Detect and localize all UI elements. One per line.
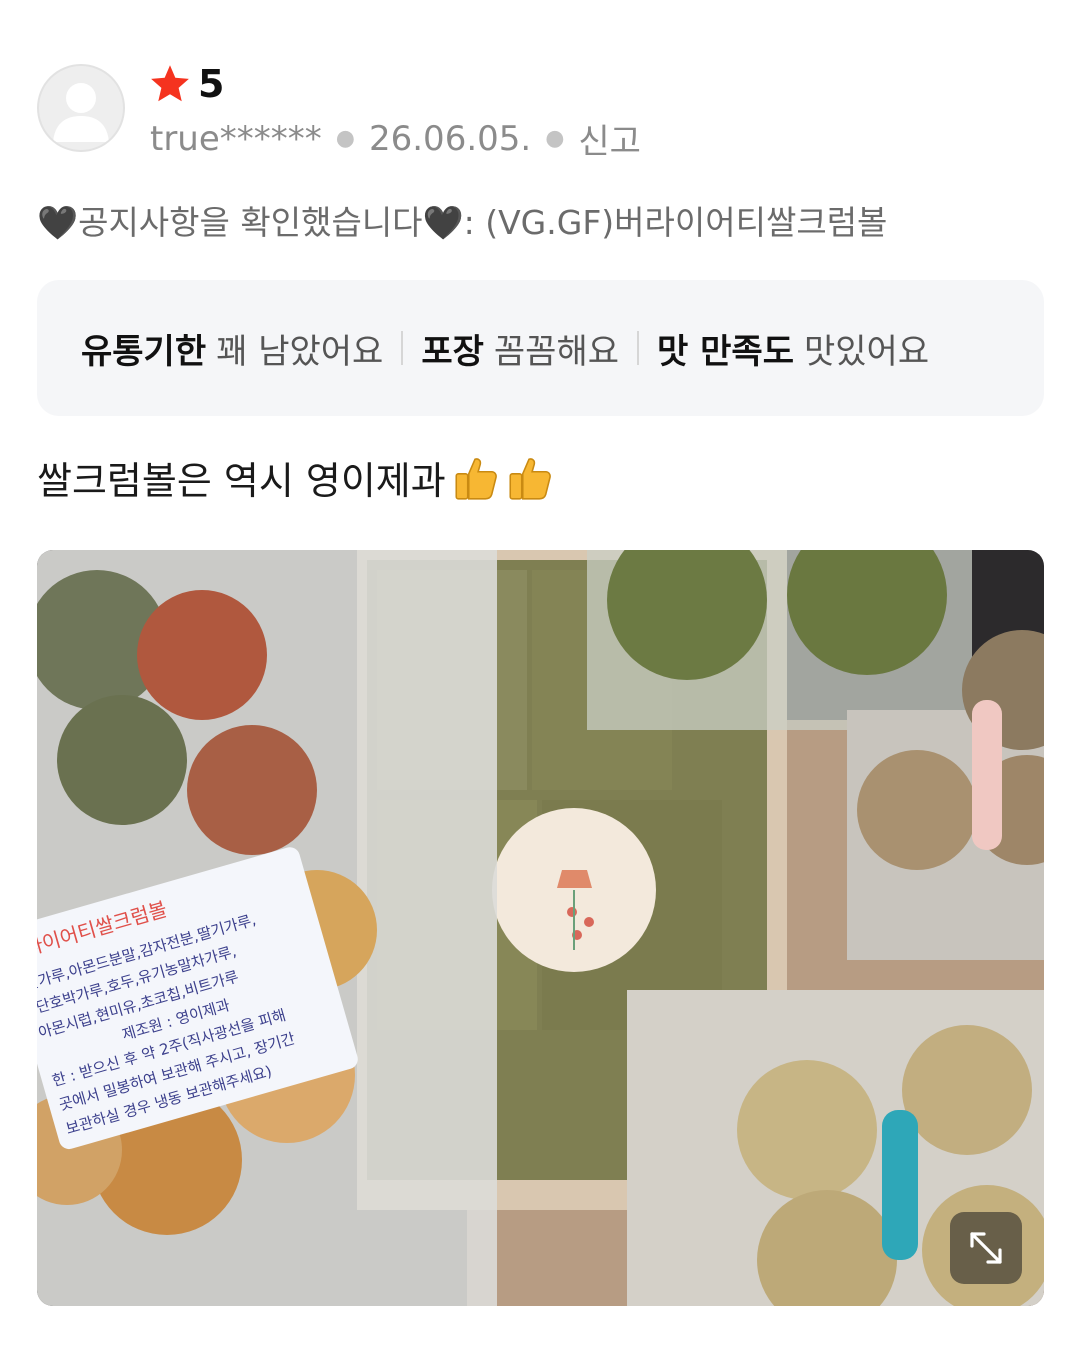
report-link[interactable]: 신고 xyxy=(578,114,641,163)
thumbs-up-icon xyxy=(455,457,497,500)
tag-divider xyxy=(401,331,404,365)
review-body: 쌀크럼볼은 역시 영이제과 xyxy=(37,450,554,505)
expand-icon xyxy=(970,1232,1002,1264)
avatar-placeholder-icon xyxy=(53,83,109,142)
option-notice: 🖤공지사항을 확인했습니다🖤: (VG.GF)버라이어티쌀크럼볼 xyxy=(37,203,888,242)
star-icon xyxy=(151,65,189,102)
expand-photo-button[interactable] xyxy=(950,1212,1022,1284)
rating: 5 xyxy=(148,60,224,108)
meta-separator: ● xyxy=(335,126,355,151)
reviewer-name: true****** xyxy=(150,118,322,159)
review-meta: true****** ● 26.06.05. ● 신고 xyxy=(150,114,641,163)
thumbs-up-icon xyxy=(509,457,551,500)
meta-separator: ● xyxy=(545,126,565,151)
tag-divider xyxy=(637,331,640,365)
tag-taste: 맛 만족도 맛있어요 xyxy=(657,331,930,372)
tag-expiry: 유통기한 꽤 남았어요 xyxy=(81,331,384,372)
avatar[interactable] xyxy=(37,64,125,152)
tag-packaging: 포장 꼼꼼해요 xyxy=(421,331,620,372)
review-photo[interactable]: 라이어티쌀크럼볼 쌀가루,아몬드분말,감자전분,딸기가루, ,단호박가루,호두,… xyxy=(37,550,1044,1306)
review-text: 쌀크럼볼은 역시 영이제과 xyxy=(37,459,446,503)
cookies-photo: 라이어티쌀크럼볼 쌀가루,아몬드분말,감자전분,딸기가루, ,단호박가루,호두,… xyxy=(37,550,1044,1306)
review-date: 26.06.05. xyxy=(368,118,532,159)
review-tags: 유통기한 꽤 남았어요 포장 꼼꼼해요 맛 만족도 맛있어요 xyxy=(37,280,1044,416)
rating-score: 5 xyxy=(198,62,225,106)
